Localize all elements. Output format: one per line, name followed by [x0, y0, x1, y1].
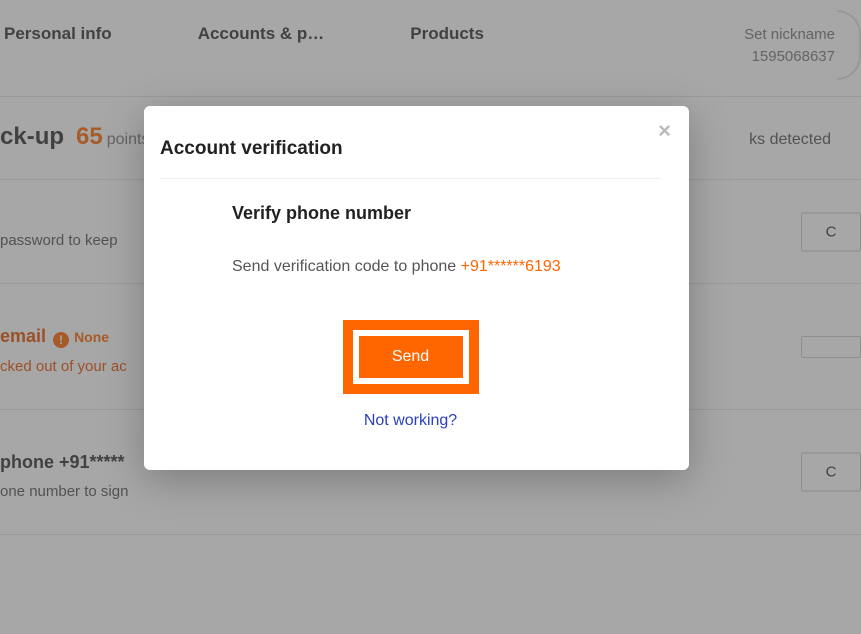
- modal-title: Account verification: [160, 138, 661, 179]
- send-highlight: Send: [343, 320, 479, 394]
- verify-text-prefix: Send verification code to phone: [232, 258, 461, 275]
- send-button[interactable]: Send: [359, 336, 463, 378]
- verify-heading: Verify phone number: [232, 203, 661, 224]
- verification-modal: × Account verification Verify phone numb…: [144, 106, 689, 470]
- verify-text: Send verification code to phone +91*****…: [232, 258, 661, 276]
- close-icon[interactable]: ×: [658, 120, 671, 142]
- masked-phone: +91******6193: [461, 258, 561, 275]
- not-working-link[interactable]: Not working?: [364, 412, 457, 429]
